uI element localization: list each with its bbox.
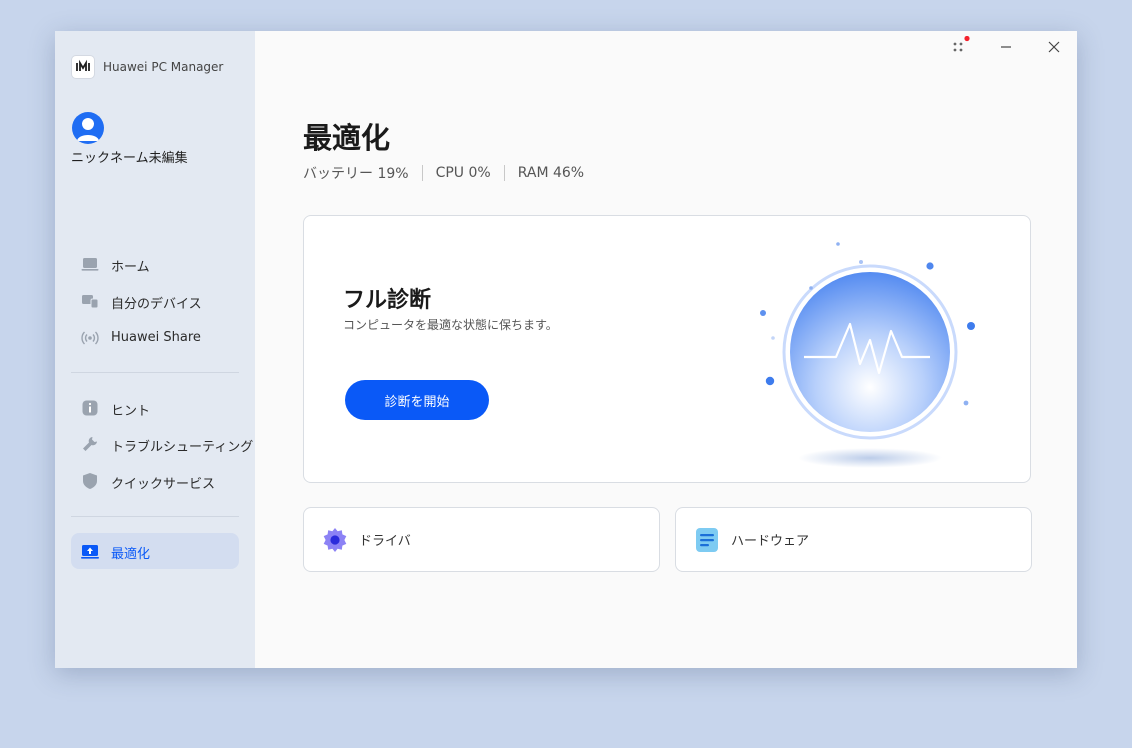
minimize-button[interactable]	[991, 36, 1021, 58]
system-stats: バッテリー 19% CPU 0% RAM 46%	[303, 163, 584, 183]
diagnosis-title: フル診断	[343, 288, 432, 313]
sidebar-item-my-devices[interactable]: 自分のデバイス	[71, 283, 239, 319]
sidebar-item-label: 最適化	[111, 547, 151, 562]
sidebar-item-label: トラブルシューティング	[111, 440, 254, 455]
shield-icon	[83, 473, 97, 489]
sidebar-divider	[71, 372, 239, 373]
notification-dot	[964, 35, 970, 42]
drivers-card[interactable]: ドライバ	[303, 507, 660, 572]
menu-button[interactable]	[943, 35, 973, 58]
info-icon	[82, 400, 98, 416]
stat-separator	[421, 165, 423, 181]
drivers-label: ドライバ	[359, 534, 411, 549]
close-button[interactable]	[1039, 36, 1069, 58]
ram-stat: RAM 46%	[517, 165, 585, 181]
sidebar-item-label: Huawei Share	[111, 330, 201, 345]
hardware-label: ハードウェア	[731, 534, 810, 549]
share-wireless-icon	[81, 331, 99, 345]
sidebar: Huawei PC Manager ニックネーム未編集 ホーム 自分のデバイス	[55, 31, 255, 668]
gear-icon	[323, 528, 347, 552]
app-title: Huawei PC Manager	[103, 60, 224, 74]
page-title: 最適化	[303, 121, 391, 155]
close-icon	[1048, 41, 1060, 53]
battery-stat: バッテリー 19%	[303, 166, 409, 182]
sidebar-item-label: ヒント	[111, 404, 151, 419]
full-diagnosis-card: フル診断 コンピュータを最適な状態に保ちます。 診断を開始	[303, 215, 1031, 483]
stat-separator	[503, 165, 505, 181]
hardware-doc-icon	[696, 528, 718, 552]
sidebar-item-troubleshooting[interactable]: トラブルシューティング	[71, 426, 253, 462]
user-icon	[77, 118, 99, 141]
sidebar-item-home[interactable]: ホーム	[71, 246, 239, 282]
sidebar-item-label: ホーム	[111, 260, 150, 275]
cpu-stat: CPU 0%	[435, 165, 491, 181]
user-nickname[interactable]: ニックネーム未編集	[71, 147, 188, 166]
sidebar-item-label: クイックサービス	[111, 477, 216, 492]
minimize-icon	[1001, 46, 1011, 48]
optimize-icon	[81, 545, 99, 559]
sidebar-item-tips[interactable]: ヒント	[71, 390, 239, 426]
wrench-icon	[83, 437, 97, 451]
diagnosis-orb-illustration	[760, 242, 975, 468]
devices-icon	[82, 295, 99, 309]
sidebar-item-optimize[interactable]: 最適化	[71, 533, 239, 569]
diagnosis-subtitle: コンピュータを最適な状態に保ちます。	[343, 318, 558, 332]
laptop-icon	[81, 258, 99, 271]
app-logo	[72, 56, 94, 78]
sidebar-item-quick-service[interactable]: クイックサービス	[71, 463, 239, 499]
app-window: Huawei PC Manager ニックネーム未編集 ホーム 自分のデバイス	[55, 31, 1077, 668]
hardware-card[interactable]: ハードウェア	[675, 507, 1032, 572]
start-diagnosis-button[interactable]: 診断を開始	[345, 380, 489, 420]
avatar[interactable]	[72, 112, 104, 144]
sidebar-divider	[71, 516, 239, 517]
sidebar-item-label: 自分のデバイス	[111, 297, 202, 312]
sidebar-item-huawei-share[interactable]: Huawei Share	[71, 320, 239, 356]
menu-dots-icon	[953, 35, 970, 52]
